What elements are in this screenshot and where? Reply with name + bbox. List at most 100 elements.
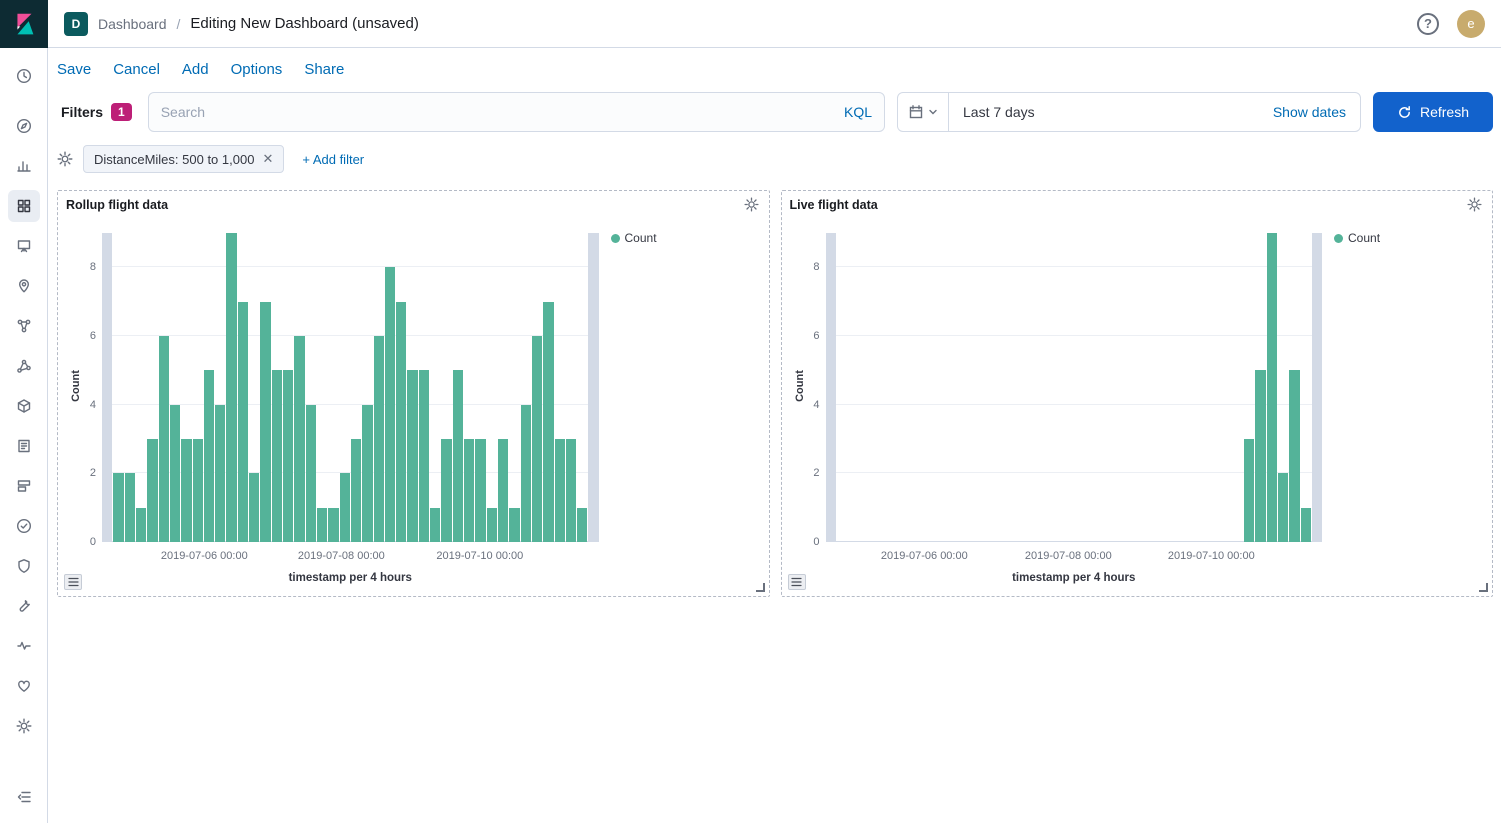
bar[interactable] <box>453 370 463 542</box>
bar[interactable] <box>306 405 316 542</box>
bar[interactable] <box>543 302 553 542</box>
nav-dashboard[interactable] <box>8 190 40 222</box>
time-range-value[interactable]: Last 7 days <box>949 104 1035 120</box>
save-button[interactable]: Save <box>57 61 91 78</box>
panel-options-button[interactable] <box>1467 197 1482 212</box>
nav-visualize[interactable] <box>8 150 40 182</box>
bar[interactable] <box>1301 508 1311 542</box>
panel-resize-handle[interactable] <box>1479 583 1488 592</box>
nav-apm[interactable] <box>8 470 40 502</box>
bar[interactable] <box>555 439 565 542</box>
legend-item-count[interactable]: Count <box>611 231 759 245</box>
bar[interactable] <box>487 508 497 542</box>
bar[interactable] <box>136 508 146 542</box>
panel-menu-button[interactable] <box>788 574 806 590</box>
bar[interactable] <box>362 405 372 542</box>
nav-canvas[interactable] <box>8 230 40 262</box>
bar[interactable] <box>532 336 542 542</box>
nav-siem[interactable] <box>8 550 40 582</box>
kibana-logo[interactable] <box>0 0 48 48</box>
bar[interactable] <box>441 439 451 542</box>
bar[interactable] <box>340 473 350 542</box>
nav-dev-tools[interactable] <box>8 590 40 622</box>
bar[interactable] <box>1244 439 1254 542</box>
bar[interactable] <box>283 370 293 542</box>
nav-management[interactable] <box>8 710 40 742</box>
bar[interactable] <box>204 370 214 542</box>
bar[interactable] <box>147 439 157 542</box>
nav-stack-monitoring[interactable] <box>8 630 40 662</box>
nav-recently-viewed[interactable] <box>8 60 40 92</box>
bar[interactable] <box>407 370 417 542</box>
nav-uptime[interactable] <box>8 510 40 542</box>
search-input[interactable] <box>161 104 844 120</box>
collapse-nav-button[interactable] <box>8 781 40 813</box>
graph-icon <box>16 358 32 374</box>
legend-item-count[interactable]: Count <box>1334 231 1482 245</box>
bar[interactable] <box>226 233 236 542</box>
space-badge[interactable]: D <box>64 12 88 36</box>
nav-heartbeat[interactable] <box>8 670 40 702</box>
bar[interactable] <box>294 336 304 542</box>
search-box: KQL <box>148 92 885 132</box>
bar[interactable] <box>113 473 123 542</box>
show-dates-button[interactable]: Show dates <box>1273 104 1360 120</box>
bar[interactable] <box>215 405 225 542</box>
bar[interactable] <box>566 439 576 542</box>
panel-menu-button[interactable] <box>64 574 82 590</box>
bar[interactable] <box>1267 233 1277 542</box>
bar[interactable] <box>193 439 203 542</box>
nav-metrics[interactable] <box>8 390 40 422</box>
bar[interactable] <box>385 267 395 542</box>
add-button[interactable]: Add <box>182 61 209 78</box>
bar[interactable] <box>464 439 474 542</box>
bar[interactable] <box>374 336 384 542</box>
y-tick-label: 4 <box>813 399 819 411</box>
panel-options-button[interactable] <box>744 197 759 212</box>
cancel-button[interactable]: Cancel <box>113 61 160 78</box>
nav-discover[interactable] <box>8 110 40 142</box>
bar[interactable] <box>351 439 361 542</box>
bar[interactable] <box>1289 370 1299 542</box>
filters-toggle[interactable]: Filters 1 <box>57 103 136 121</box>
calendar-dropdown-button[interactable] <box>898 93 949 131</box>
bar[interactable] <box>272 370 282 542</box>
refresh-button[interactable]: Refresh <box>1373 92 1493 132</box>
breadcrumb-dashboard[interactable]: Dashboard <box>98 16 167 32</box>
bar[interactable] <box>498 439 508 542</box>
share-button[interactable]: Share <box>304 61 344 78</box>
bar[interactable] <box>521 405 531 542</box>
bar[interactable] <box>1255 370 1265 542</box>
add-filter-button[interactable]: + Add filter <box>302 152 364 167</box>
nav-maps[interactable] <box>8 270 40 302</box>
remove-filter-icon[interactable]: ✕ <box>262 151 273 167</box>
nav-machine-learning[interactable] <box>8 310 40 342</box>
kql-button[interactable]: KQL <box>844 104 872 120</box>
x-tick-label: 2019-07-10 00:00 <box>436 550 523 562</box>
bar[interactable] <box>328 508 338 542</box>
bar[interactable] <box>260 302 270 542</box>
bar[interactable] <box>509 508 519 542</box>
list-icon <box>68 577 79 587</box>
bar[interactable] <box>181 439 191 542</box>
bar[interactable] <box>419 370 429 542</box>
user-avatar[interactable]: e <box>1457 10 1485 38</box>
filter-options-button[interactable] <box>57 151 73 167</box>
bar[interactable] <box>249 473 259 542</box>
bar[interactable] <box>475 439 485 542</box>
nav-graph[interactable] <box>8 350 40 382</box>
bar[interactable] <box>125 473 135 542</box>
bar[interactable] <box>1278 473 1288 542</box>
bar[interactable] <box>430 508 440 542</box>
bar[interactable] <box>317 508 327 542</box>
bar[interactable] <box>170 405 180 542</box>
bar[interactable] <box>577 508 587 542</box>
bar[interactable] <box>159 336 169 542</box>
options-button[interactable]: Options <box>231 61 283 78</box>
filter-pill-distance-miles[interactable]: DistanceMiles: 500 to 1,000 ✕ <box>83 145 284 173</box>
panel-resize-handle[interactable] <box>756 583 765 592</box>
bar[interactable] <box>238 302 248 542</box>
bar[interactable] <box>396 302 406 542</box>
nav-logs[interactable] <box>8 430 40 462</box>
help-icon[interactable]: ? <box>1417 13 1439 35</box>
